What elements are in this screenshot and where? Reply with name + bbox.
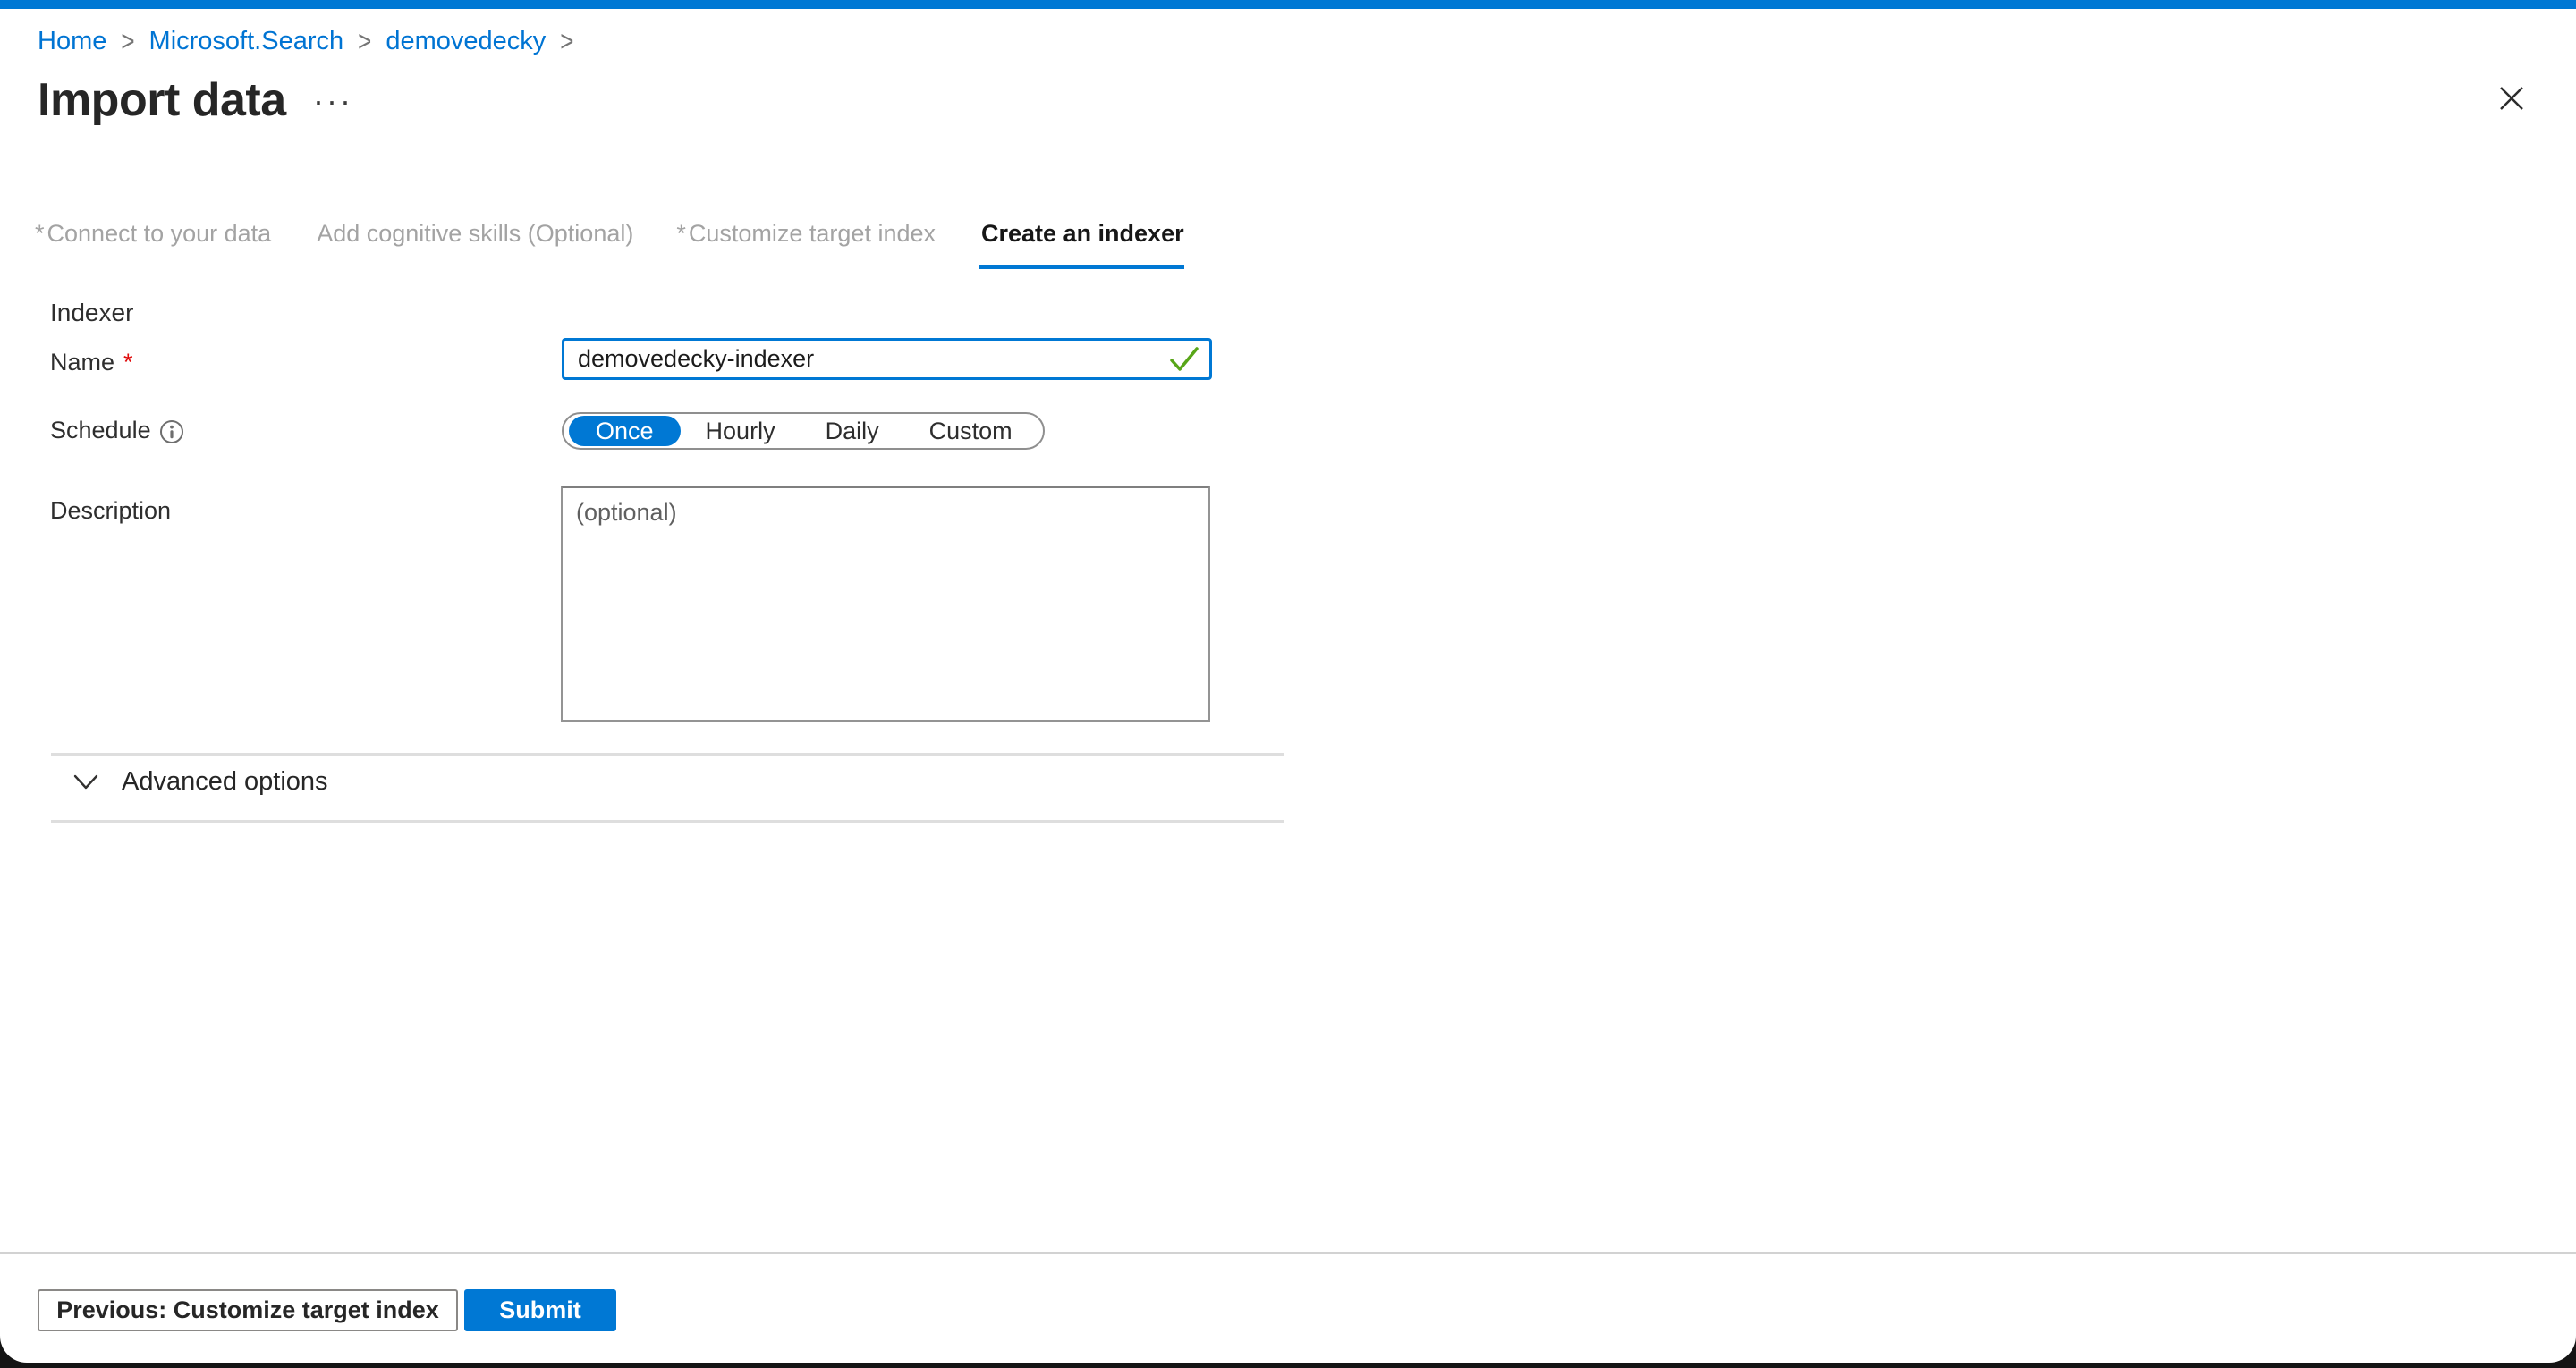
divider	[51, 820, 1284, 823]
tab-label: Connect to your data	[47, 220, 272, 247]
description-label-text: Description	[50, 497, 171, 525]
submit-button[interactable]: Submit	[464, 1289, 616, 1331]
required-asterisk: *	[123, 349, 133, 376]
wizard-tabs: *Connect to your data Add cognitive skil…	[35, 220, 1184, 269]
schedule-option-custom[interactable]: Custom	[904, 416, 1038, 446]
close-button[interactable]	[2490, 77, 2533, 120]
indexer-section-label: Indexer	[50, 299, 133, 327]
tab-label: Customize target index	[689, 220, 936, 247]
chevron-down-icon	[73, 774, 98, 790]
breadcrumb-separator-icon: >	[121, 24, 134, 59]
required-tab-marker: *	[676, 220, 686, 247]
indexer-name-input[interactable]	[562, 338, 1212, 380]
portal-top-accent-bar	[0, 0, 2576, 9]
divider	[51, 753, 1284, 756]
tab-create-an-indexer[interactable]: Create an indexer	[979, 220, 1184, 269]
tab-label: Add cognitive skills (Optional)	[317, 220, 633, 247]
name-label-text: Name	[50, 349, 114, 376]
breadcrumb: Home > Microsoft.Search > demovedecky >	[38, 27, 573, 56]
footer-divider	[0, 1252, 2576, 1254]
schedule-option-hourly[interactable]: Hourly	[681, 416, 801, 446]
name-input-wrapper	[562, 338, 1212, 380]
breadcrumb-microsoft-search[interactable]: Microsoft.Search	[149, 27, 344, 56]
schedule-label-text: Schedule	[50, 417, 151, 444]
tab-customize-target-index[interactable]: *Customize target index	[676, 220, 936, 269]
tab-connect-to-your-data[interactable]: *Connect to your data	[35, 220, 271, 269]
breadcrumb-home[interactable]: Home	[38, 27, 106, 56]
valid-checkmark-icon	[1169, 346, 1199, 373]
breadcrumb-demovedecky[interactable]: demovedecky	[386, 27, 546, 56]
required-tab-marker: *	[35, 220, 45, 247]
tab-add-cognitive-skills[interactable]: Add cognitive skills (Optional)	[314, 220, 633, 269]
info-icon[interactable]	[160, 420, 183, 443]
schedule-segmented-control: Once Hourly Daily Custom	[562, 412, 1045, 450]
advanced-options-label: Advanced options	[122, 767, 328, 797]
breadcrumb-separator-icon: >	[560, 24, 573, 59]
schedule-option-once[interactable]: Once	[569, 416, 681, 446]
description-textarea[interactable]	[561, 486, 1210, 722]
breadcrumb-separator-icon: >	[358, 24, 371, 59]
advanced-options-toggle[interactable]: Advanced options	[73, 767, 328, 797]
close-icon	[2498, 85, 2525, 112]
tab-label: Create an indexer	[981, 220, 1184, 247]
schedule-option-daily[interactable]: Daily	[801, 416, 904, 446]
previous-step-button[interactable]: Previous: Customize target index	[38, 1289, 458, 1331]
page-title: Import data	[38, 73, 286, 127]
description-field-label: Description	[50, 497, 171, 525]
more-options-button[interactable]: ···	[313, 82, 353, 120]
import-data-blade: Home > Microsoft.Search > demovedecky > …	[0, 0, 2576, 1363]
schedule-field-label: Schedule	[50, 417, 183, 444]
name-field-label: Name *	[50, 349, 133, 376]
